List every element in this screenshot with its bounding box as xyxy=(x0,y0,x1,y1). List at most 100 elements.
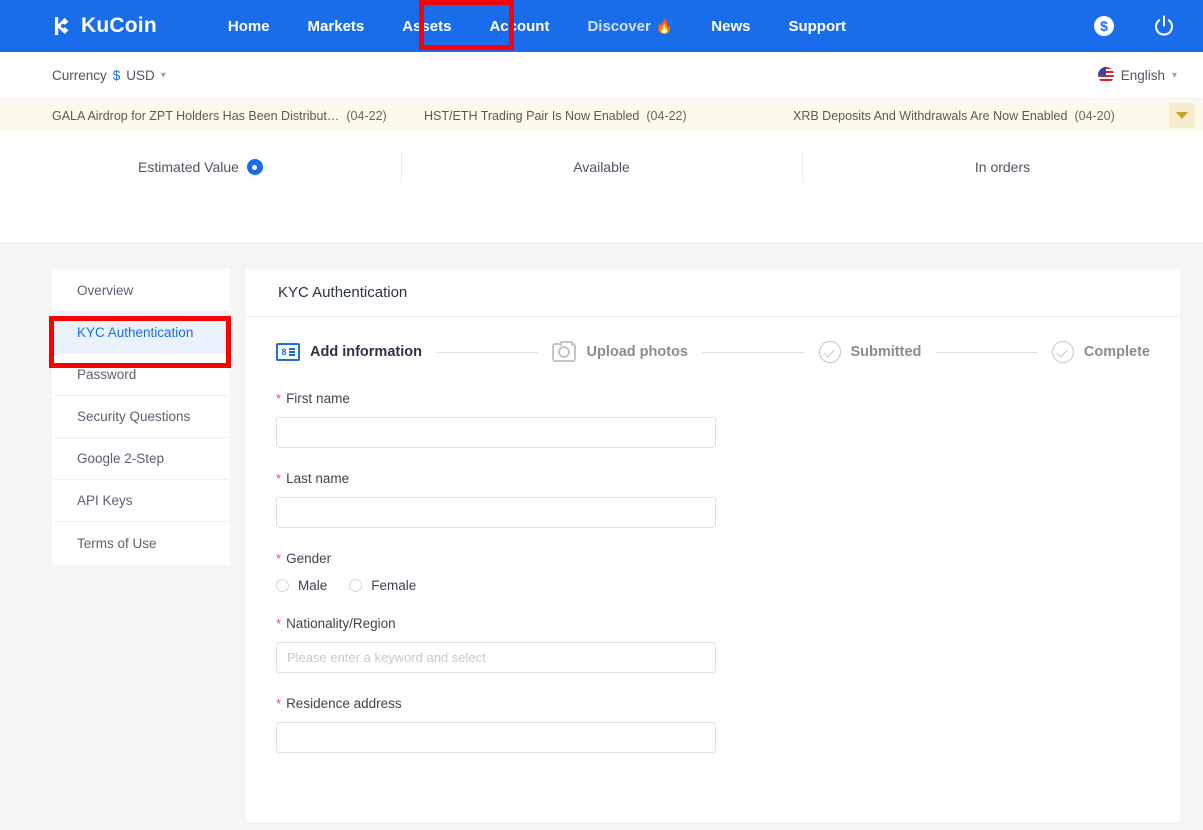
gender-option-male[interactable]: Male xyxy=(276,578,327,593)
announcement-date: (04-20) xyxy=(1074,109,1114,123)
field-label-gender: * Gender xyxy=(276,551,1150,566)
us-flag-icon xyxy=(1098,67,1114,83)
camera-icon xyxy=(552,343,576,362)
step-label: Submitted xyxy=(851,344,922,360)
step-add-information[interactable]: 8 Add information xyxy=(276,343,422,361)
nav-item-account[interactable]: Account xyxy=(470,10,568,43)
sidebar-item-label: KYC Authentication xyxy=(77,325,193,340)
step-label: Add information xyxy=(310,344,422,360)
top-navigation-bar: KuCoin Home Markets Assets Account Disco… xyxy=(0,0,1203,52)
field-label-residence-address: * Residence address xyxy=(276,696,1150,711)
field-label-nationality-region: * Nationality/Region xyxy=(276,616,1150,631)
required-asterisk: * xyxy=(276,617,281,630)
announcement-item[interactable]: GALA Airdrop for ZPT Holders Has Been Di… xyxy=(52,109,387,123)
sidebar-item-label: Google 2-Step xyxy=(77,451,164,466)
step-label: Complete xyxy=(1084,344,1150,360)
currency-selector[interactable]: Currency $ USD ▾ xyxy=(52,68,166,83)
label-text: Gender xyxy=(286,551,331,566)
sidebar-item-label: Security Questions xyxy=(77,409,190,424)
announcement-date: (04-22) xyxy=(346,109,386,123)
sidebar-item-api-keys[interactable]: API Keys xyxy=(53,480,229,522)
gender-radio-group: Male Female xyxy=(276,577,1150,593)
nav-item-news-label: News xyxy=(711,18,750,35)
check-circle-icon xyxy=(1052,341,1074,363)
nav-item-discover[interactable]: Discover 🔥 xyxy=(568,10,692,43)
step-submitted[interactable]: Submitted xyxy=(819,341,922,363)
summary-available: Available xyxy=(401,152,802,182)
nav-item-markets-label: Markets xyxy=(308,18,365,35)
nationality-region-input[interactable] xyxy=(276,642,716,673)
sidebar-item-password[interactable]: Password xyxy=(53,354,229,396)
kucoin-logo[interactable]: KuCoin xyxy=(52,14,157,38)
svg-text:$: $ xyxy=(1100,18,1108,34)
language-selector[interactable]: English ▾ xyxy=(1098,67,1177,83)
currency-value: USD xyxy=(126,68,155,83)
language-label: English xyxy=(1121,68,1165,83)
step-connector xyxy=(935,352,1038,353)
nav-item-markets[interactable]: Markets xyxy=(289,10,384,43)
announcement-item[interactable]: XRB Deposits And Withdrawals Are Now Ena… xyxy=(793,109,1115,123)
last-name-input[interactable] xyxy=(276,497,716,528)
nav-item-discover-label: Discover xyxy=(587,18,650,35)
account-summary-strip: Estimated Value Available In orders xyxy=(0,132,1203,242)
sidebar-item-kyc-authentication[interactable]: KYC Authentication xyxy=(53,312,229,354)
sidebar-item-security-questions[interactable]: Security Questions xyxy=(53,396,229,438)
step-complete[interactable]: Complete xyxy=(1052,341,1150,363)
currency-label: Currency xyxy=(52,68,107,83)
step-connector xyxy=(702,352,805,353)
step-connector xyxy=(436,352,539,353)
nav-item-home[interactable]: Home xyxy=(209,10,289,43)
nav-item-account-label: Account xyxy=(489,18,549,35)
kucoin-logo-icon xyxy=(52,15,74,37)
announcement-text: XRB Deposits And Withdrawals Are Now Ena… xyxy=(793,109,1067,123)
label-text: Nationality/Region xyxy=(286,616,396,631)
nav-links: Home Markets Assets Account Discover 🔥 N… xyxy=(209,10,865,43)
field-label-first-name: * First name xyxy=(276,391,1150,406)
currency-bar: Currency $ USD ▾ English ▾ xyxy=(0,52,1203,99)
check-circle-icon xyxy=(819,341,841,363)
nav-item-support[interactable]: Support xyxy=(769,10,865,43)
sidebar-item-label: Password xyxy=(77,367,136,382)
announcement-item[interactable]: HST/ETH Trading Pair Is Now Enabled (04-… xyxy=(424,109,687,123)
required-asterisk: * xyxy=(276,697,281,710)
residence-address-input[interactable] xyxy=(276,722,716,753)
chevron-down-icon: ▾ xyxy=(161,70,166,81)
dollar-circle-icon[interactable]: $ xyxy=(1091,13,1117,39)
announcement-date: (04-22) xyxy=(646,109,686,123)
kucoin-logo-text: KuCoin xyxy=(81,14,157,38)
chevron-down-icon xyxy=(1176,112,1188,119)
announcement-text: HST/ETH Trading Pair Is Now Enabled xyxy=(424,109,639,123)
page-title: KYC Authentication xyxy=(246,269,1180,317)
kyc-form: * First name * Last name * Gender xyxy=(246,371,1180,753)
field-nationality-region: * Nationality/Region xyxy=(276,616,1150,673)
announcement-expand-button[interactable] xyxy=(1169,103,1195,128)
field-gender: * Gender Male Female xyxy=(276,551,1150,593)
account-sidebar: Overview KYC Authentication Password Sec… xyxy=(52,269,230,565)
step-upload-photos[interactable]: Upload photos xyxy=(552,343,688,362)
fire-icon: 🔥 xyxy=(656,18,673,35)
radio-label: Female xyxy=(371,578,416,593)
id-card-icon: 8 xyxy=(276,343,300,361)
announcement-text: GALA Airdrop for ZPT Holders Has Been Di… xyxy=(52,109,339,123)
summary-estimated-value: Estimated Value xyxy=(0,152,401,182)
sidebar-item-label: API Keys xyxy=(77,493,133,508)
sidebar-item-google-2-step[interactable]: Google 2-Step xyxy=(53,438,229,480)
power-logout-icon[interactable] xyxy=(1151,13,1177,39)
currency-symbol: $ xyxy=(113,68,121,83)
label-text: First name xyxy=(286,391,350,406)
sidebar-item-terms-of-use[interactable]: Terms of Use xyxy=(53,522,229,564)
field-first-name: * First name xyxy=(276,391,1150,448)
step-label: Upload photos xyxy=(586,344,688,360)
nav-item-news[interactable]: News xyxy=(692,10,769,43)
label-text: Residence address xyxy=(286,696,402,711)
radio-icon xyxy=(349,579,362,592)
summary-in-orders: In orders xyxy=(802,152,1203,182)
eye-icon[interactable] xyxy=(247,159,263,175)
gender-option-female[interactable]: Female xyxy=(349,578,416,593)
summary-label: Available xyxy=(573,159,630,175)
summary-label: Estimated Value xyxy=(138,159,239,175)
chevron-down-icon: ▾ xyxy=(1172,70,1177,81)
sidebar-item-overview[interactable]: Overview xyxy=(53,270,229,312)
nav-item-assets[interactable]: Assets xyxy=(383,10,470,43)
first-name-input[interactable] xyxy=(276,417,716,448)
